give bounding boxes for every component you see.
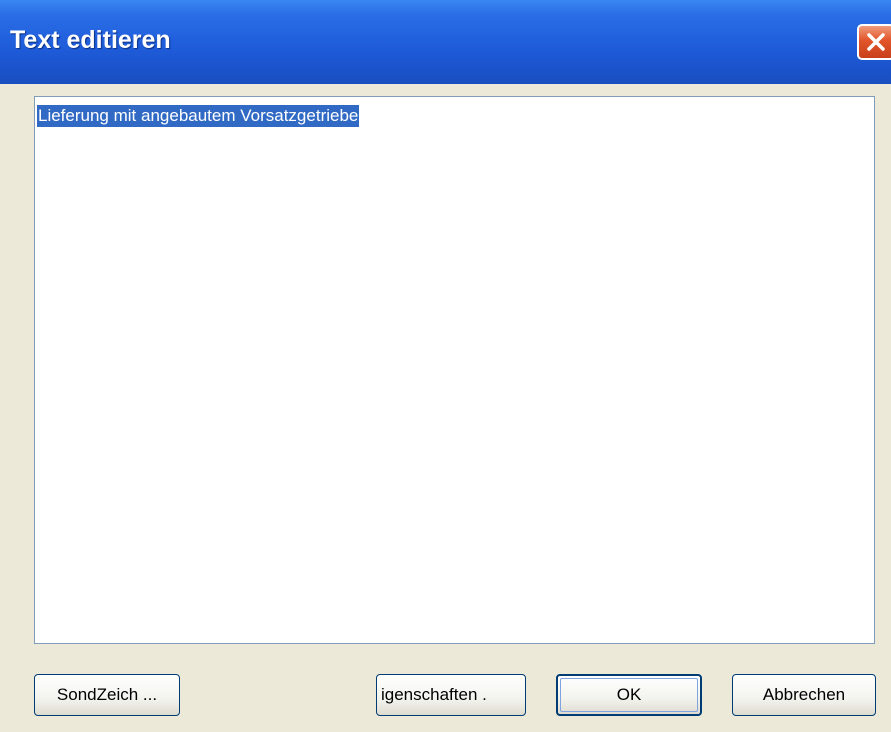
close-button[interactable]: [857, 24, 891, 60]
selected-text[interactable]: Lieferung mit angebautem Vorsatzgetriebe: [37, 105, 360, 127]
properties-button[interactable]: igenschaften .: [376, 674, 526, 716]
special-characters-button[interactable]: SondZeich ...: [34, 674, 180, 716]
close-icon: [867, 33, 885, 51]
text-edit-area[interactable]: Lieferung mit angebautem Vorsatzgetriebe: [34, 96, 875, 644]
ok-button[interactable]: OK: [556, 674, 702, 716]
window-title: Text editieren: [10, 26, 171, 54]
title-bar[interactable]: Text editieren: [0, 0, 891, 84]
cancel-button[interactable]: Abbrechen: [732, 674, 876, 716]
